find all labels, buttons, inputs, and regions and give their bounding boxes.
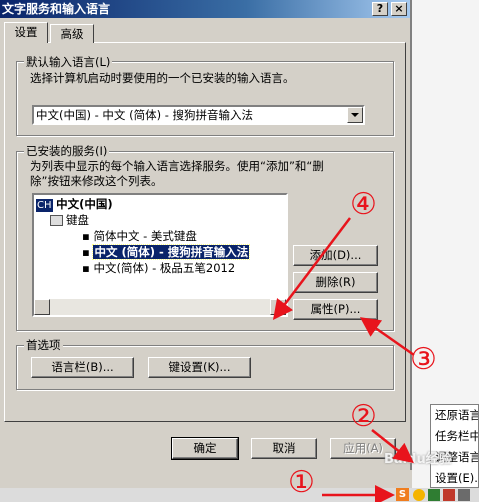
arrow-three (359, 317, 415, 357)
annotation-four: ④ (350, 187, 377, 222)
tab-settings-label: 设置 (14, 25, 38, 39)
arrow-four (272, 217, 351, 320)
annotation-two: ② (350, 399, 377, 434)
arrow-two (371, 429, 414, 464)
annotation-one: ① (288, 465, 315, 500)
tab-settings[interactable]: 设置 (4, 22, 48, 43)
annotation-arrows (272, 217, 415, 502)
annotation-three: ③ (410, 342, 437, 377)
